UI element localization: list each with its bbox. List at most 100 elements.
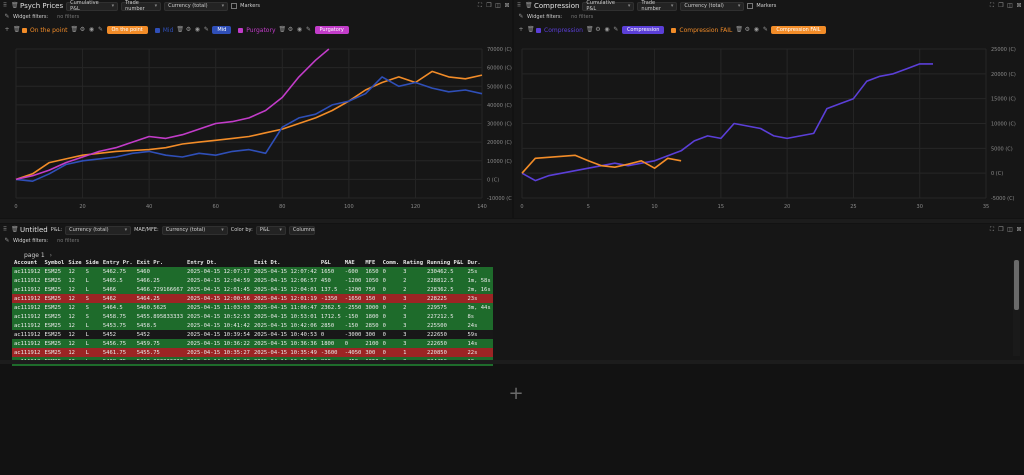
widget-filters-label[interactable]: Widget filters: <box>13 238 48 244</box>
currency-select[interactable]: Currency (total) ▾ <box>164 1 229 11</box>
series-line-mid[interactable] <box>15 76 483 182</box>
panel-resize-handle[interactable] <box>0 219 1024 223</box>
legend-label[interactable]: Compression <box>544 27 583 34</box>
legend-pill[interactable]: Mid <box>212 26 232 34</box>
close-icon[interactable]: ⊠ <box>1016 226 1022 234</box>
trash-icon[interactable]: 🗑 <box>13 26 21 34</box>
column-header[interactable]: MFE <box>363 258 380 267</box>
series-line-compression[interactable] <box>521 63 933 182</box>
column-header[interactable]: P&L <box>319 258 343 267</box>
table-scrollbar[interactable] <box>1013 260 1020 356</box>
axis-select[interactable]: Trade number ▾ <box>637 0 678 12</box>
legend-swatch[interactable] <box>22 27 27 33</box>
markers-checkbox[interactable] <box>747 3 754 9</box>
columns-button[interactable]: Columns <box>288 225 315 235</box>
edit-icon[interactable]: ✎ <box>518 13 524 21</box>
trash-icon[interactable]: 🗑 <box>11 226 19 234</box>
legend-label[interactable]: On the point <box>30 27 68 34</box>
color-by-select[interactable]: P&L ▾ <box>255 225 286 235</box>
drag-handle-icon[interactable]: ⠿ <box>2 2 8 10</box>
gear-icon[interactable]: ⚙ <box>185 26 191 34</box>
metric-select[interactable]: Cumulative P&L ▾ <box>582 0 635 12</box>
expand-icon[interactable]: ⛶ <box>989 226 995 234</box>
add-widget-icon[interactable]: + <box>508 385 524 403</box>
eye-icon[interactable]: ◉ <box>297 26 303 34</box>
pencil-icon[interactable]: ✎ <box>203 26 209 34</box>
column-header[interactable]: MAE <box>343 258 364 267</box>
trash-icon[interactable]: 🗑 <box>279 26 287 34</box>
column-header[interactable]: Entry Dt. <box>185 258 252 267</box>
pencil-icon[interactable]: ✎ <box>306 26 312 34</box>
widget-filters-label[interactable]: Widget filters: <box>527 14 562 20</box>
copy-icon[interactable]: ❐ <box>486 2 492 10</box>
legend-swatch[interactable] <box>154 27 160 33</box>
metric-select[interactable]: Cumulative P&L ▾ <box>66 0 119 12</box>
drag-handle-icon[interactable]: ⠿ <box>2 226 8 234</box>
legend-pill[interactable]: Compression <box>621 26 665 34</box>
copy-icon[interactable]: ❐ <box>998 2 1004 10</box>
split-icon[interactable]: ◫ <box>1007 226 1013 234</box>
markers-checkbox[interactable] <box>231 3 238 9</box>
legend-label[interactable]: Compression FAIL <box>679 27 732 34</box>
trash-icon[interactable]: 🗑 <box>176 26 184 34</box>
panel-resize-handle[interactable] <box>0 360 1024 364</box>
gear-icon[interactable]: ⚙ <box>744 26 750 34</box>
table-row[interactable]: ac111912 ESM25 12 L 5461.75 5455.75 2025-04-15… <box>12 348 493 357</box>
scrollbar-thumb[interactable] <box>1014 260 1019 310</box>
copy-icon[interactable]: ❐ <box>998 226 1004 234</box>
table-row[interactable]: ac111912 ESM25 12 L 5466 5466.729166667 2025-0… <box>12 285 493 294</box>
table-row[interactable]: ac111912 ESM25 12 S 5458.75 5455.895833333 202… <box>12 312 493 321</box>
column-header[interactable]: Comm. <box>381 258 402 267</box>
pnl-currency-select[interactable]: Currency (total) ▾ <box>65 225 132 235</box>
expand-icon[interactable]: ⛶ <box>989 2 995 10</box>
column-header[interactable]: Exit Dt. <box>252 258 319 267</box>
pencil-icon[interactable]: ✎ <box>98 26 104 34</box>
pencil-icon[interactable]: ✎ <box>613 26 619 34</box>
close-icon[interactable]: ⊠ <box>504 2 510 10</box>
mae-mfe-currency-select[interactable]: Currency (total) ▾ <box>161 225 228 235</box>
trash-icon[interactable]: 🗑 <box>71 26 79 34</box>
column-header[interactable]: Rating <box>401 258 425 267</box>
legend-swatch[interactable] <box>671 27 677 33</box>
legend-pill[interactable]: Compression FAIL <box>771 26 826 34</box>
table-row[interactable]: ac111912 ESM25 12 L 5465.5 5466.25 2025-04-15 … <box>12 276 493 285</box>
close-icon[interactable]: ⊠ <box>1016 2 1022 10</box>
gear-icon[interactable]: ⚙ <box>80 26 86 34</box>
table-row[interactable]: ac111912 ESM25 12 S 5462.75 5460 2025-04-15 12… <box>12 267 493 276</box>
series-line-compression-fail[interactable] <box>521 154 682 174</box>
add-icon[interactable]: + <box>4 26 10 34</box>
table-row[interactable]: ac111912 ESM25 12 S 5462 5464.25 2025-04-15 12… <box>12 294 493 303</box>
column-header[interactable]: Symbol <box>43 258 67 267</box>
column-header[interactable]: Entry Pr. <box>101 258 135 267</box>
table-row[interactable]: ac111912 ESM25 12 L 5452 5452 2025-04-15 10:39… <box>12 330 493 339</box>
table-row[interactable]: ac111912 ESM25 12 L 5456.75 5459.75 2025-04-15… <box>12 339 493 348</box>
series-line-on-the-point[interactable] <box>15 70 483 181</box>
widget-filters-label[interactable]: Widget filters: <box>13 14 48 20</box>
column-header[interactable]: Exit Pr. <box>135 258 185 267</box>
eye-icon[interactable]: ◉ <box>194 26 200 34</box>
add-icon[interactable]: + <box>518 26 524 34</box>
trash-icon[interactable]: 🗑 <box>525 2 533 10</box>
table-row[interactable]: ac111912 ESM25 12 S 5464.5 5460.5625 2025-04-1… <box>12 303 493 312</box>
legend-pill[interactable]: Purgatory <box>314 26 349 34</box>
gear-icon[interactable]: ⚙ <box>595 26 601 34</box>
legend-swatch[interactable] <box>238 27 244 33</box>
table-row[interactable]: ac111912 ESM25 12 L 5453.75 5458.5 2025-04-15 … <box>12 321 493 330</box>
column-header[interactable]: Account <box>12 258 43 267</box>
pencil-icon[interactable]: ✎ <box>762 26 768 34</box>
column-header[interactable]: Running P&L <box>425 258 465 267</box>
currency-select[interactable]: Currency (total) ▾ <box>680 1 745 11</box>
trash-icon[interactable]: 🗑 <box>735 26 743 34</box>
expand-icon[interactable]: ⛶ <box>477 2 483 10</box>
legend-label[interactable]: Mid <box>163 27 174 34</box>
legend-swatch[interactable] <box>536 27 541 33</box>
drag-handle-icon[interactable]: ⠿ <box>516 2 522 10</box>
legend-pill[interactable]: On the point <box>106 26 148 34</box>
edit-icon[interactable]: ✎ <box>4 237 10 245</box>
eye-icon[interactable]: ◉ <box>89 26 95 34</box>
eye-icon[interactable]: ◉ <box>604 26 610 34</box>
column-header[interactable]: Side <box>84 258 101 267</box>
gear-icon[interactable]: ⚙ <box>288 26 294 34</box>
column-header[interactable]: Size <box>66 258 83 267</box>
eye-icon[interactable]: ◉ <box>753 26 759 34</box>
